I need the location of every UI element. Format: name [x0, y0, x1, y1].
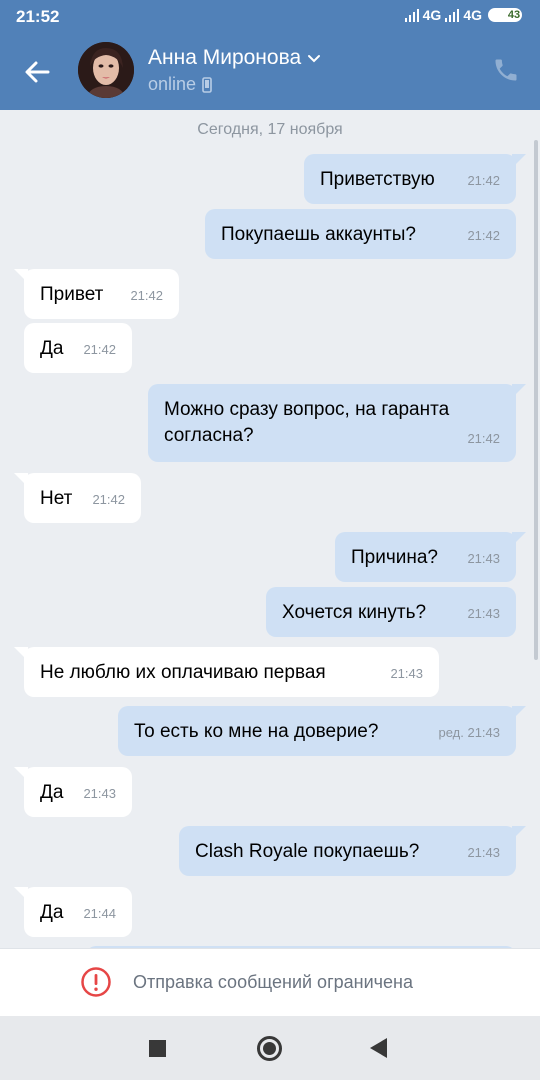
- message-outgoing[interactable]: То есть ко мне на доверие? ред. 21:43: [118, 706, 526, 756]
- message-text: Нет: [40, 488, 73, 509]
- message-incoming[interactable]: Да 21:42: [24, 323, 132, 373]
- message-time: 21:43: [83, 786, 116, 801]
- message-text: Не люблю их оплачиваю первая: [40, 662, 326, 683]
- message-time: 21:43: [467, 606, 500, 621]
- message-time: 21:43: [390, 666, 423, 681]
- network-type-1: 4G: [422, 7, 442, 23]
- message-time: 21:42: [467, 173, 500, 188]
- battery-level: 43: [507, 9, 521, 21]
- network-type-2: 4G: [463, 7, 482, 23]
- contact-name-row[interactable]: Анна Миронова: [148, 46, 321, 70]
- bubble-tail: [512, 532, 526, 546]
- message-outgoing[interactable]: Clash Royale покупаешь? 21:43: [179, 826, 526, 876]
- message-outgoing[interactable]: Покупаешь аккаунты? 21:42: [205, 209, 516, 259]
- restricted-text: Отправка сообщений ограничена: [133, 972, 413, 992]
- message-incoming[interactable]: Привет 21:42: [14, 269, 179, 319]
- home-icon[interactable]: [257, 1036, 282, 1061]
- message-time: 21:42: [92, 492, 125, 507]
- message-time: 21:42: [83, 342, 116, 357]
- messaging-restricted-bar: Отправка сообщений ограничена: [0, 948, 540, 1016]
- bubble-tail: [512, 384, 526, 398]
- message-time: 21:43: [467, 551, 500, 566]
- status-time: 21:52: [16, 7, 60, 26]
- message-text: Хочется кинуть?: [282, 602, 427, 623]
- message-outgoing[interactable]: Приветствую 21:42: [304, 154, 526, 204]
- message-list[interactable]: Сегодня, 17 ноября Приветствую 21:42 Пок…: [0, 110, 540, 948]
- message-text: Да: [40, 782, 64, 803]
- message-outgoing[interactable]: Можно сразу вопрос, на гаранта согласна?…: [148, 384, 526, 462]
- phone-icon[interactable]: [492, 56, 520, 84]
- message-text: Причина?: [351, 547, 438, 568]
- bubble-tail: [14, 647, 28, 661]
- message-incoming[interactable]: Нет 21:42: [14, 473, 141, 523]
- presence-text: online: [148, 74, 197, 94]
- mobile-device-icon: [202, 76, 212, 93]
- message-time: 21:42: [130, 288, 163, 303]
- recent-apps-icon[interactable]: [149, 1040, 166, 1057]
- system-navigation-bar: [0, 1016, 540, 1080]
- message-text: Да: [40, 902, 64, 923]
- chat-header: Анна Миронова online: [0, 34, 540, 110]
- avatar[interactable]: [78, 42, 134, 98]
- message-text: Можно сразу вопрос, на гаранта согласна?: [164, 399, 450, 446]
- message-time: ред. 21:43: [438, 725, 500, 740]
- status-bar: 21:52 4G 4G 43: [0, 0, 540, 34]
- contact-name: Анна Миронова: [148, 46, 302, 69]
- back-arrow-icon[interactable]: [18, 54, 58, 90]
- message-outgoing[interactable]: Хочется кинуть? 21:43: [266, 587, 516, 637]
- exclamation-circle-icon: [81, 967, 111, 997]
- message-time: 21:44: [83, 906, 116, 921]
- back-icon[interactable]: [370, 1038, 387, 1058]
- message-text: Покупаешь аккаунты?: [221, 224, 416, 245]
- bubble-tail: [14, 473, 28, 487]
- message-text: То есть ко мне на доверие?: [134, 721, 379, 742]
- message-incoming[interactable]: Не люблю их оплачиваю первая 21:43: [14, 647, 439, 697]
- chevron-down-icon: [308, 55, 321, 63]
- message-incoming[interactable]: Да 21:43: [14, 767, 132, 817]
- message-text: Clash Royale покупаешь?: [195, 841, 420, 862]
- signal-icon-2: [445, 8, 460, 22]
- bubble-tail: [14, 269, 28, 283]
- message-time: 21:42: [467, 431, 500, 446]
- message-text: Приветствую: [320, 169, 435, 190]
- bubble-tail: [512, 154, 526, 168]
- presence-status: online: [148, 74, 212, 95]
- bubble-tail: [14, 887, 28, 901]
- message-incoming[interactable]: Да 21:44: [14, 887, 132, 937]
- message-outgoing[interactable]: Причина? 21:43: [335, 532, 526, 582]
- bubble-tail: [512, 826, 526, 840]
- message-text: Да: [40, 338, 64, 359]
- scrollbar[interactable]: [534, 140, 538, 660]
- bubble-tail: [512, 706, 526, 720]
- message-time: 21:42: [467, 228, 500, 243]
- status-indicators: 4G 4G 43: [404, 7, 522, 23]
- bubble-tail: [14, 767, 28, 781]
- message-text: Привет: [40, 284, 104, 305]
- message-time: 21:43: [467, 845, 500, 860]
- signal-icon: [404, 8, 419, 22]
- date-separator: Сегодня, 17 ноября: [197, 121, 343, 138]
- battery-icon: 43: [488, 8, 522, 22]
